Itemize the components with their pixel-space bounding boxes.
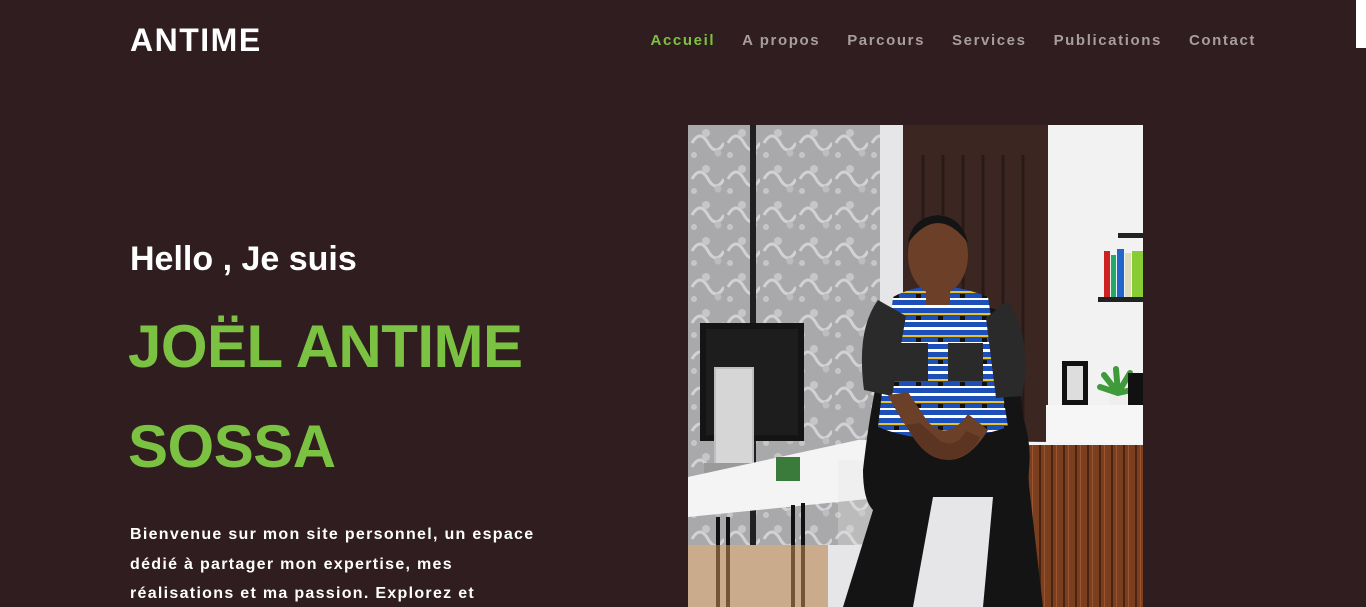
nav-accueil[interactable]: Accueil (651, 32, 716, 49)
nav-parcours[interactable]: Parcours (847, 32, 925, 49)
hero-greeting: Hello , Je suis (130, 240, 357, 278)
nav-services[interactable]: Services (952, 32, 1027, 49)
hero-name-line-1: JOËL ANTIME (128, 313, 523, 380)
nav-a-propos[interactable]: A propos (742, 32, 820, 49)
edge-tab (1356, 0, 1366, 48)
page: ANTIME Accueil A propos Parcours Service… (0, 0, 1366, 607)
hero-intro-text: Bienvenue sur mon site personnel, un esp… (130, 526, 535, 602)
main-nav: Accueil A propos Parcours Services Publi… (651, 32, 1256, 49)
profile-photo (688, 125, 1143, 607)
site-logo[interactable]: ANTIME (130, 22, 262, 59)
hero-name-line-2: SOSSA (128, 413, 336, 480)
nav-contact[interactable]: Contact (1189, 32, 1256, 49)
nav-publications[interactable]: Publications (1054, 32, 1162, 49)
